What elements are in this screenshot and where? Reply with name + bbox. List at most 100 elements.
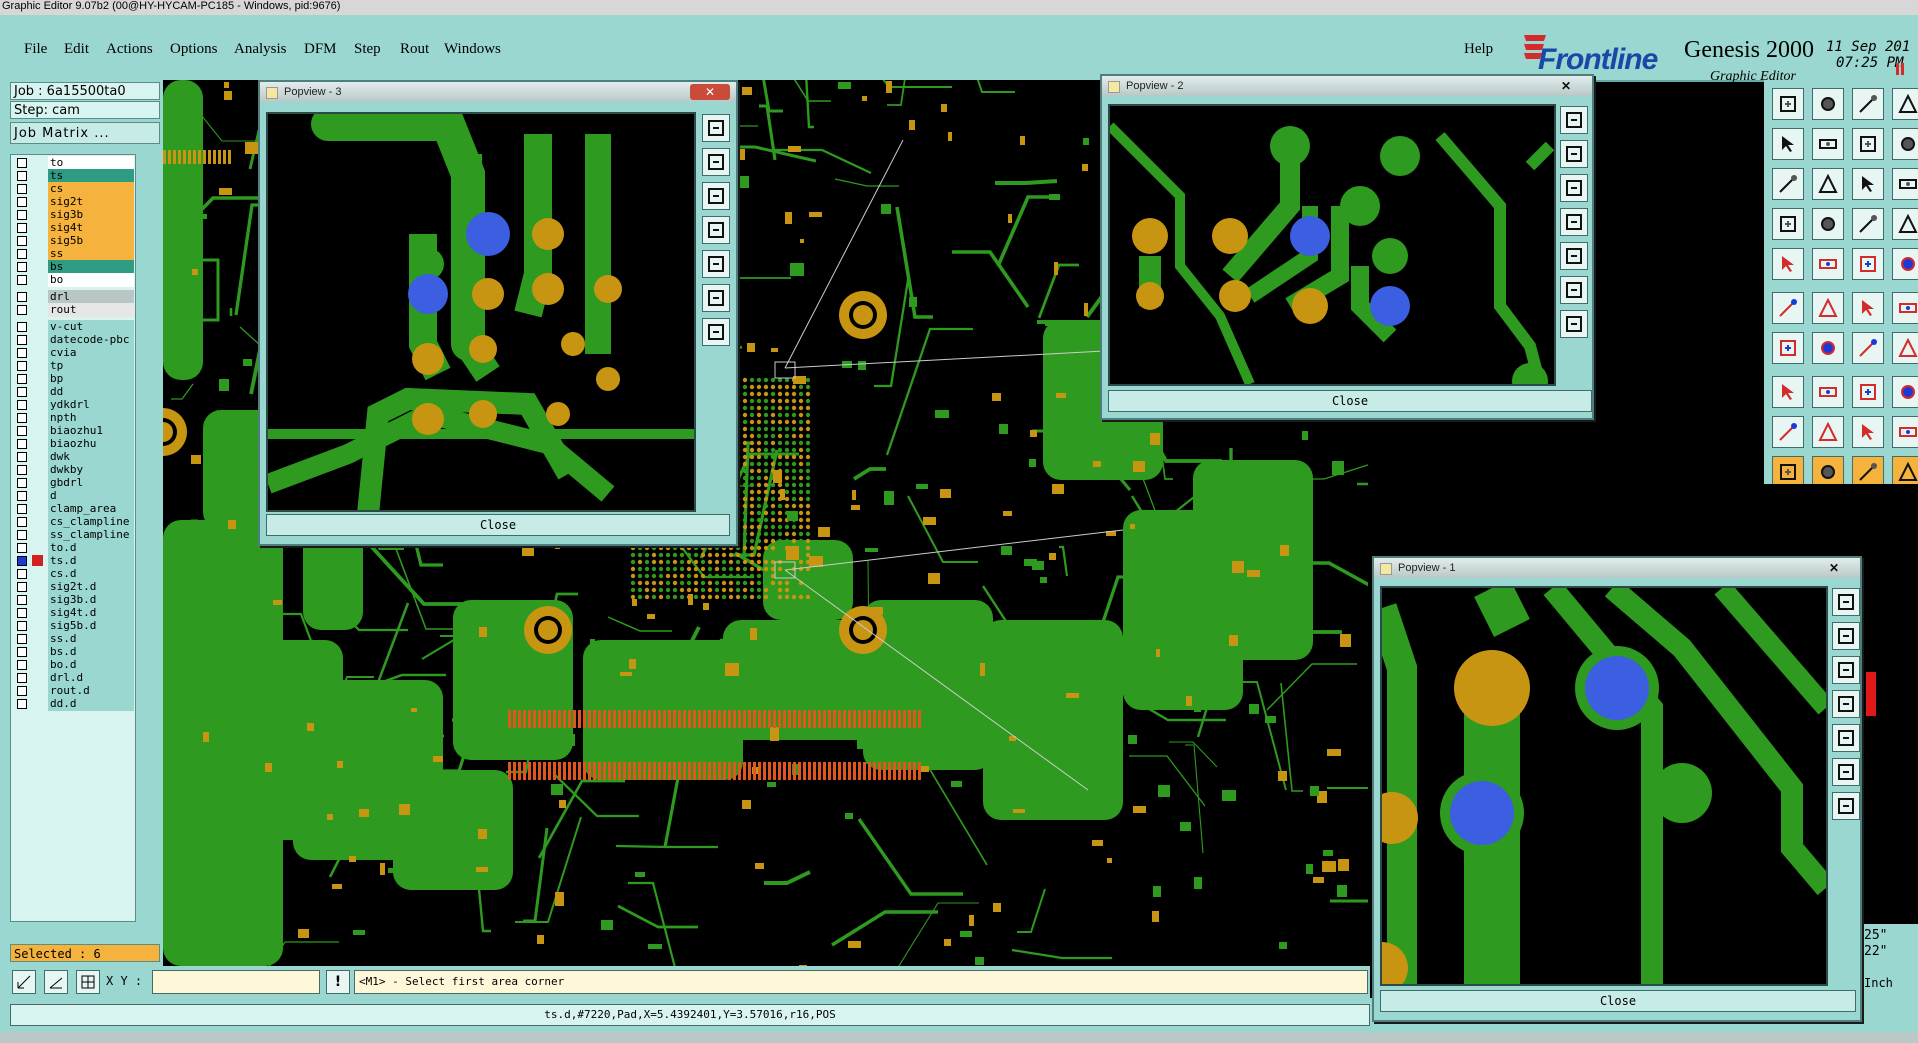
layer-checkbox[interactable] bbox=[17, 647, 27, 657]
layer-row[interactable]: drl.d bbox=[12, 671, 134, 685]
menu-edit[interactable]: Edit bbox=[64, 41, 89, 58]
layer-row[interactable]: sig5b bbox=[12, 234, 134, 248]
layer-checkbox[interactable] bbox=[17, 465, 27, 475]
zoom-fit-icon[interactable] bbox=[702, 284, 730, 312]
layer-row[interactable]: ts.d bbox=[12, 554, 134, 568]
layer-name[interactable]: ss bbox=[48, 247, 134, 261]
layer-name[interactable]: npth bbox=[48, 411, 134, 425]
layers-icon[interactable] bbox=[1892, 88, 1918, 120]
menu-actions[interactable]: Actions bbox=[106, 41, 153, 58]
layer-row[interactable]: ss.d bbox=[12, 632, 134, 646]
layer-name[interactable]: cs_clampline bbox=[48, 515, 134, 529]
layer-checkbox[interactable] bbox=[17, 335, 27, 345]
home-icon[interactable] bbox=[1852, 88, 1884, 120]
zoom-in-icon[interactable] bbox=[1560, 310, 1588, 338]
menu-analysis[interactable]: Analysis bbox=[234, 41, 287, 58]
layer-name[interactable]: cs.d bbox=[48, 567, 134, 581]
open-icon[interactable] bbox=[1772, 88, 1804, 120]
layer-checkbox[interactable] bbox=[17, 608, 27, 618]
layer-name[interactable]: sig2t bbox=[48, 195, 134, 209]
layer-row[interactable]: datecode-pbc bbox=[12, 333, 134, 347]
zoom-in-icon[interactable] bbox=[1832, 792, 1860, 820]
redraw-icon[interactable] bbox=[1892, 128, 1918, 160]
close-icon[interactable]: ✕ bbox=[1546, 78, 1586, 94]
open-icon[interactable] bbox=[1832, 588, 1860, 616]
layer-checkbox[interactable] bbox=[17, 275, 27, 285]
layer-row[interactable]: dd.d bbox=[12, 697, 134, 711]
layer-checkbox[interactable] bbox=[17, 673, 27, 683]
layer-name[interactable]: sig4t.d bbox=[48, 606, 134, 620]
line-select-icon[interactable] bbox=[44, 970, 68, 994]
layer-name[interactable]: ydkdrl bbox=[48, 398, 134, 412]
menu-help[interactable]: Help bbox=[1464, 41, 1493, 58]
layer-row[interactable]: bs.d bbox=[12, 645, 134, 659]
menu-windows[interactable]: Windows bbox=[444, 41, 501, 58]
layer-row[interactable]: bo.d bbox=[12, 658, 134, 672]
layer-row[interactable]: to bbox=[12, 156, 134, 170]
popview-1-titlebar[interactable]: Popview - 1 ✕ bbox=[1374, 558, 1860, 578]
slash-icon[interactable] bbox=[1812, 332, 1844, 364]
minus-icon[interactable] bbox=[1812, 376, 1844, 408]
layer-checkbox[interactable] bbox=[17, 210, 27, 220]
layer-name[interactable]: tp bbox=[48, 359, 134, 373]
layer-checkbox[interactable] bbox=[17, 184, 27, 194]
layer-row[interactable]: v-cut bbox=[12, 320, 134, 334]
layer-name[interactable]: drl bbox=[48, 290, 134, 304]
copy-icon[interactable] bbox=[1892, 292, 1918, 324]
open-icon[interactable] bbox=[702, 114, 730, 142]
layer-name[interactable]: v-cut bbox=[48, 320, 134, 334]
layer-name[interactable]: to.d bbox=[48, 541, 134, 555]
layer-name[interactable]: dd.d bbox=[48, 697, 134, 711]
help-icon[interactable] bbox=[1892, 168, 1918, 200]
layer-checkbox[interactable] bbox=[17, 292, 27, 302]
layer-name[interactable]: sig5b bbox=[48, 234, 134, 248]
layer-row[interactable]: sig4t.d bbox=[12, 606, 134, 620]
layer-name[interactable]: bp bbox=[48, 372, 134, 386]
layer-name[interactable]: ts bbox=[48, 169, 134, 183]
layer-name[interactable]: to bbox=[48, 156, 134, 170]
layer-row[interactable]: sig5b.d bbox=[12, 619, 134, 633]
layer-checkbox[interactable] bbox=[17, 686, 27, 696]
popview-2-view[interactable] bbox=[1108, 104, 1556, 386]
outline-icon[interactable] bbox=[1892, 416, 1918, 448]
snap-icon[interactable] bbox=[1852, 208, 1884, 240]
layer-row[interactable]: gbdrl bbox=[12, 476, 134, 490]
grid-toggle-icon[interactable] bbox=[1892, 208, 1918, 240]
layer-row[interactable]: rout.d bbox=[12, 684, 134, 698]
layer-name[interactable]: ts.d bbox=[48, 554, 134, 568]
upload-icon[interactable] bbox=[702, 148, 730, 176]
layer-checkbox[interactable] bbox=[17, 322, 27, 332]
alert-icon[interactable]: ! bbox=[326, 970, 350, 994]
layer-checkbox[interactable] bbox=[17, 517, 27, 527]
layer-name[interactable]: sig5b.d bbox=[48, 619, 134, 633]
popview-2-close-button[interactable]: Close bbox=[1108, 390, 1592, 412]
unit-label[interactable]: Inch bbox=[1864, 976, 1893, 990]
close-icon[interactable]: ✕ bbox=[690, 84, 730, 100]
layer-checkbox[interactable] bbox=[17, 621, 27, 631]
layer-checkbox[interactable] bbox=[17, 413, 27, 423]
layer-checkbox[interactable] bbox=[17, 439, 27, 449]
layer-row[interactable]: clamp_area bbox=[12, 502, 134, 516]
layer-name[interactable]: biaozhu1 bbox=[48, 424, 134, 438]
layer-checkbox[interactable] bbox=[17, 305, 27, 315]
layer-row[interactable]: npth bbox=[12, 411, 134, 425]
zoom-in-icon[interactable] bbox=[702, 318, 730, 346]
download-icon[interactable] bbox=[1832, 656, 1860, 684]
pan-right-icon[interactable] bbox=[702, 250, 730, 278]
layer-row[interactable]: bo bbox=[12, 273, 134, 287]
popview-3-titlebar[interactable]: Popview - 3 ✕ bbox=[260, 82, 736, 102]
layer-name[interactable]: biaozhu bbox=[48, 437, 134, 451]
layer-name[interactable]: ss.d bbox=[48, 632, 134, 646]
layer-checkbox[interactable] bbox=[17, 634, 27, 644]
layer-checkbox[interactable] bbox=[17, 374, 27, 384]
menu-dfm[interactable]: DFM bbox=[304, 41, 337, 58]
layer-checkbox[interactable] bbox=[17, 223, 27, 233]
menu-file[interactable]: File bbox=[24, 41, 47, 58]
net-icon[interactable] bbox=[1892, 376, 1918, 408]
layer-checkbox[interactable] bbox=[17, 236, 27, 246]
layer-checkbox[interactable] bbox=[17, 556, 27, 566]
layer-row[interactable]: cs bbox=[12, 182, 134, 196]
upload-icon[interactable] bbox=[1560, 140, 1588, 168]
layer-name[interactable]: datecode-pbc bbox=[48, 333, 134, 347]
layer-row[interactable]: dwk bbox=[12, 450, 134, 464]
